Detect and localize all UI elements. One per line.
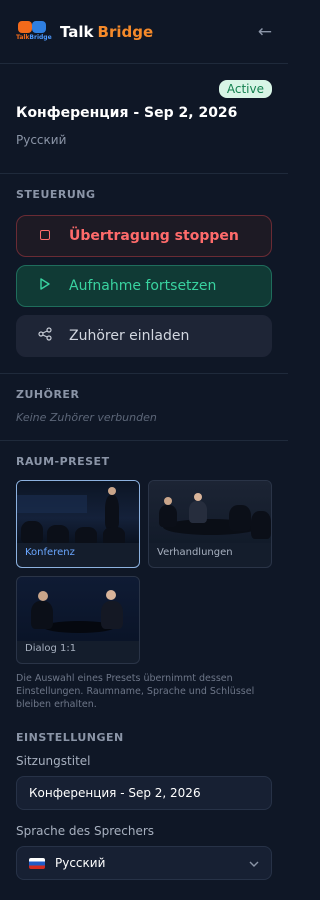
logo-word-talk: Talk xyxy=(16,33,30,41)
brand-talk: Talk xyxy=(60,22,94,41)
app-logo: TalkBridge xyxy=(16,19,52,45)
room-preset-heading: RAUM-PRESET xyxy=(16,455,110,468)
speaker-language-value-wrap: Русский xyxy=(29,856,105,870)
controls-heading: STEUERUNG xyxy=(16,188,96,201)
session-language: Русский xyxy=(16,133,67,147)
app-header: TalkBridge Talk Bridge ← xyxy=(0,0,288,64)
speaker-language-select[interactable]: Русский xyxy=(16,846,272,880)
logo-word-bridge: Bridge xyxy=(29,33,52,41)
preset-negotiation-image xyxy=(149,481,271,543)
session-info: Active Конференция - Sep 2, 2026 Русский xyxy=(0,64,288,174)
preset-name: Dialog 1:1 xyxy=(25,643,77,654)
room-preset-section: RAUM-PRESET Konferenz Verhandlungen Dial… xyxy=(0,441,288,711)
preset-help-text: Die Auswahl eines Presets übernimmt dess… xyxy=(16,673,255,710)
listeners-empty-text: Keine Zuhörer verbunden xyxy=(16,411,157,424)
preset-grid: Konferenz Verhandlungen Dialog 1:1 xyxy=(16,480,272,664)
preset-card-verhandlungen[interactable]: Verhandlungen xyxy=(148,480,272,568)
invite-listeners-button[interactable]: Zuhörer einladen xyxy=(16,315,272,357)
resume-label: Aufnahme fortsetzen xyxy=(69,278,217,294)
status-badge: Active xyxy=(218,80,272,98)
preset-name: Verhandlungen xyxy=(157,547,233,558)
settings-section: EINSTELLUNGEN Sitzungstitel Конференция … xyxy=(0,711,288,880)
preset-name: Konferenz xyxy=(25,547,75,558)
app-brand: Talk Bridge xyxy=(60,23,153,41)
preset-card-konferenz[interactable]: Konferenz xyxy=(16,480,140,568)
speaker-language-label: Sprache des Sprechers xyxy=(16,824,155,838)
back-arrow-icon[interactable]: ← xyxy=(258,22,272,42)
russia-flag-icon xyxy=(29,858,45,869)
listeners-section: ZUHÖRER Keine Zuhörer verbunden xyxy=(0,374,288,424)
logo-bubble-blue xyxy=(32,20,46,33)
stop-label: Übertragung stoppen xyxy=(69,228,239,244)
stop-transmission-button[interactable]: Übertragung stoppen xyxy=(16,215,272,257)
logo-bubble-orange xyxy=(18,20,32,33)
session-title: Конференция - Sep 2, 2026 xyxy=(16,105,238,121)
resume-recording-button[interactable]: Aufnahme fortsetzen xyxy=(16,265,272,307)
settings-heading: EINSTELLUNGEN xyxy=(16,731,124,744)
preset-card-dialog[interactable]: Dialog 1:1 xyxy=(16,576,140,664)
chevron-down-icon xyxy=(249,857,259,870)
preset-dialog-image xyxy=(17,577,139,641)
preset-conference-image xyxy=(17,481,139,543)
share-icon xyxy=(35,327,55,345)
brand-bridge: Bridge xyxy=(97,22,154,41)
session-title-input[interactable]: Конференция - Sep 2, 2026 xyxy=(16,776,272,810)
logo-wordmark: TalkBridge xyxy=(16,34,52,41)
speaker-language-value: Русский xyxy=(55,856,106,870)
invite-label: Zuhörer einladen xyxy=(69,328,190,344)
listeners-heading: ZUHÖRER xyxy=(16,388,80,401)
controls-section: STEUERUNG Übertragung stoppen Aufnahme f… xyxy=(0,174,288,373)
session-title-label: Sitzungstitel xyxy=(16,754,91,768)
play-icon xyxy=(35,278,55,294)
stop-icon xyxy=(35,229,55,244)
